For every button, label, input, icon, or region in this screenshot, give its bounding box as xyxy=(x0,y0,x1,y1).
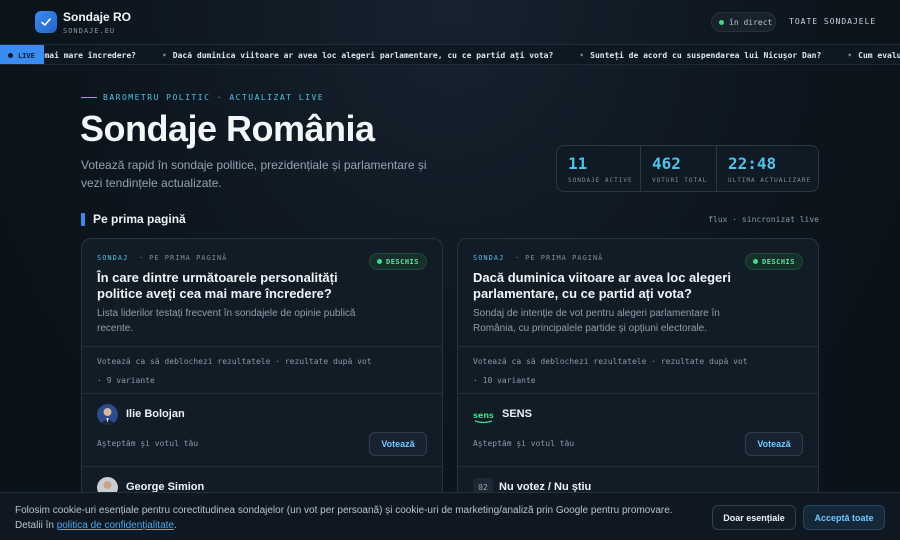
poll-question[interactable]: Dacă duminica viitoare ar avea loc alege… xyxy=(473,270,738,302)
poll-variants-count: · 10 variante xyxy=(473,376,536,385)
vote-button[interactable]: Votează xyxy=(745,432,803,456)
section-accent-bar xyxy=(81,213,85,226)
stat-label: ULTIMA ACTUALIZARE xyxy=(728,177,812,184)
status-badge: DESCHIS xyxy=(744,253,803,270)
ticker-live-dot-icon xyxy=(8,53,13,58)
poll-info: Votează ca să deblochezi rezultatele · r… xyxy=(458,346,818,394)
avatar xyxy=(97,404,118,425)
ticker-track: ra mai mare încredere? • Dacă duminica vi… xyxy=(30,45,900,64)
ticker-item[interactable]: ra mai mare încredere? xyxy=(30,51,136,60)
poll-meta: SONDAJ · PE PRIMA PAGINĂ xyxy=(97,254,228,262)
poll-card[interactable]: SONDAJ · PE PRIMA PAGINĂ DESCHIS Dacă du… xyxy=(457,238,819,508)
party-logo-icon: sens xyxy=(473,404,494,425)
news-ticker: LIVE ra mai mare încredere? • Dacă dumini… xyxy=(0,44,900,65)
eyebrow-line xyxy=(81,97,97,98)
poll-question[interactable]: În care dintre următoarele personalități… xyxy=(97,270,362,302)
stat-label: SONDAJE ACTIVE xyxy=(568,177,633,184)
poll-results-hint: Votează ca să deblochezi rezultatele · r… xyxy=(473,357,748,366)
option-name: SENS xyxy=(502,408,532,420)
status-dot-icon xyxy=(376,259,382,264)
eyebrow-text: BAROMETRU POLITIC · ACTUALIZAT LIVE xyxy=(103,93,325,102)
header: Sondaje RO SONDAJE.EU în direct TOATE SO… xyxy=(0,0,900,44)
stat-value: 462 xyxy=(652,154,681,173)
section-sync-status: flux · sincronizat live xyxy=(708,215,819,224)
status-badge: DESCHIS xyxy=(368,253,427,270)
live-status-label: în direct xyxy=(729,17,773,27)
option-name: Ilie Bolojan xyxy=(126,408,185,420)
poll-info: Votează ca să deblochezi rezultatele · r… xyxy=(82,346,442,394)
brand-name[interactable]: Sondaje RO xyxy=(63,10,131,24)
poll-description: Lista liderilor testați frecvent în sond… xyxy=(97,308,356,334)
ticker-item[interactable]: • Dacă duminica viitoare ar avea loc aleg… xyxy=(162,51,553,60)
vote-button[interactable]: Votează xyxy=(369,432,427,456)
essential-only-button[interactable]: Doar esențiale xyxy=(712,505,796,530)
poll-card[interactable]: SONDAJ · PE PRIMA PAGINĂ DESCHIS În care… xyxy=(81,238,443,508)
live-status-pill: în direct xyxy=(711,12,776,32)
cookie-banner: Folosim cookie-uri esențiale pentru core… xyxy=(0,492,900,540)
ticker-item[interactable]: • Sunteți de acord cu suspendarea lui Nic… xyxy=(579,51,821,60)
hero-eyebrow: BAROMETRU POLITIC · ACTUALIZAT LIVE xyxy=(81,93,324,102)
status-badge-label: DESCHIS xyxy=(385,257,419,266)
logo-check-icon[interactable] xyxy=(35,11,57,33)
poll-variants-count: · 9 variante xyxy=(97,376,155,385)
poll-results-hint: Votează ca să deblochezi rezultatele · r… xyxy=(97,357,372,366)
poll-description: Sondaj de intenție de vot pentru alegeri… xyxy=(473,308,720,334)
live-dot-icon xyxy=(719,19,724,25)
stat-value: 22:48 xyxy=(728,154,777,173)
section-title: Pe prima pagină xyxy=(93,212,186,226)
stat-label: VOTURI TOTAL xyxy=(652,177,708,184)
stat-active-polls: 11 SONDAJE ACTIVE xyxy=(557,146,641,191)
status-badge-label: DESCHIS xyxy=(761,257,795,266)
stat-total-votes: 462 VOTURI TOTAL xyxy=(641,146,717,191)
ticker-live-tag: LIVE xyxy=(0,45,44,64)
all-polls-link[interactable]: TOATE SONDAJELE xyxy=(789,17,876,26)
stat-value: 11 xyxy=(568,154,588,173)
accept-all-button[interactable]: Acceptă toate xyxy=(803,505,885,530)
privacy-policy-link[interactable]: politica de confidențialitate xyxy=(57,520,174,531)
ticker-live-label: LIVE xyxy=(18,51,35,60)
cookie-text: Folosim cookie-uri esențiale pentru core… xyxy=(15,505,673,531)
poll-option: Ilie Bolojan Așteptăm și votul tău Votea… xyxy=(82,394,442,467)
page-title: Sondaje România xyxy=(80,108,375,149)
stats-panel: 11 SONDAJE ACTIVE 462 VOTURI TOTAL 22:48… xyxy=(556,145,819,192)
ticker-item[interactable]: •Cum evaluați activitatea xyxy=(847,51,900,60)
poll-option: sens SENS Așteptăm și votul tău Votează xyxy=(458,394,818,467)
brand-domain: SONDAJE.EU xyxy=(63,27,116,35)
poll-meta: SONDAJ · PE PRIMA PAGINĂ xyxy=(473,254,604,262)
vote-wait-hint: Așteptăm și votul tău xyxy=(97,439,199,448)
hero-description: Votează rapid în sondaje politice, prezi… xyxy=(81,158,427,190)
svg-text:sens: sens xyxy=(473,411,494,420)
status-dot-icon xyxy=(752,259,758,264)
stat-last-update: 22:48 ULTIMA ACTUALIZARE xyxy=(717,146,818,191)
vote-wait-hint: Așteptăm și votul tău xyxy=(473,439,575,448)
